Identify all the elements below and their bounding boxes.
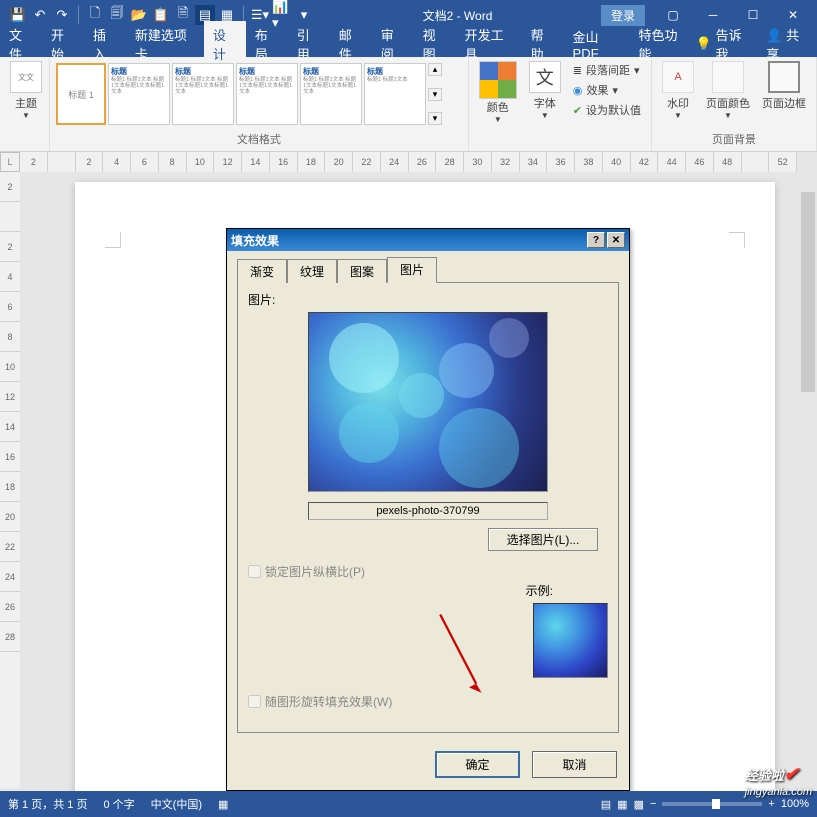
- status-bar: 第 1 页，共 1 页 0 个字 中文(中国) ▦ ▤ ▦ ▩ − + 100%: [0, 791, 817, 817]
- theme-icon: 文文: [10, 61, 42, 93]
- effects-button[interactable]: ◉效果 ▾: [571, 81, 643, 99]
- gallery-down-icon[interactable]: ▾: [428, 88, 442, 101]
- dialog-body: 渐变 纹理 图案 图片 图片: pexels-photo-370799 选择图片…: [227, 251, 629, 743]
- fonts-icon: 文: [529, 61, 561, 93]
- rotate-input: [248, 695, 261, 708]
- watermark-icon: A: [662, 61, 694, 93]
- ribbon: 文文 主题 ▼ 标题 1 标题标题1 标题1文本 标题1文本标题1文本标题1文本…: [0, 57, 817, 152]
- check-icon: ✔: [573, 104, 582, 117]
- tab-texture[interactable]: 纹理: [287, 259, 337, 283]
- lock-ratio-checkbox[interactable]: 锁定图片纵横比(P): [248, 563, 608, 580]
- margin-marker-tl: [105, 232, 121, 248]
- para-spacing-button[interactable]: ≣段落间距 ▾: [571, 61, 643, 79]
- chevron-down-icon: ▼: [22, 111, 30, 120]
- tellme-icon[interactable]: 💡: [695, 36, 711, 52]
- ribbon-colors-fonts: 颜色▼ 文 字体▼ ≣段落间距 ▾ ◉效果 ▾ ✔设为默认值: [469, 57, 652, 151]
- margin-marker-tr: [729, 232, 745, 248]
- style-item[interactable]: 标题 1: [56, 63, 106, 125]
- vertical-scrollbar[interactable]: [801, 192, 815, 392]
- colors-button[interactable]: 颜色▼: [473, 59, 523, 126]
- set-default-button[interactable]: ✔设为默认值: [571, 101, 643, 119]
- effects-icon: ◉: [573, 84, 583, 97]
- zoom-thumb[interactable]: [712, 799, 720, 809]
- ok-button[interactable]: 确定: [435, 751, 520, 778]
- page-border-icon: [768, 61, 800, 93]
- spacing-icon: ≣: [573, 64, 582, 77]
- filename-display: pexels-photo-370799: [308, 502, 548, 520]
- ribbon-tabs: 文件 开始 插入 新建选项卡 设计 布局 引用 邮件 审阅 视图 开发工具 帮助…: [0, 30, 817, 57]
- style-item[interactable]: 标题标题1 标题1文本 标题1文本标题1文本标题1文本: [108, 63, 170, 125]
- language-status[interactable]: 中文(中国): [151, 796, 202, 812]
- zoom-out-icon[interactable]: −: [650, 798, 656, 810]
- dialog-title: 填充效果: [231, 232, 279, 249]
- page-border-button[interactable]: 页面边框: [756, 59, 812, 113]
- horizontal-ruler[interactable]: 2246810121416182022242628303234363840424…: [20, 152, 797, 172]
- web-layout-icon[interactable]: ▩: [634, 798, 644, 811]
- sample-label: 示例:: [526, 582, 553, 599]
- dialog-tabs: 渐变 纹理 图案 图片: [237, 257, 619, 282]
- status-right: ▤ ▦ ▩ − + 100%: [601, 798, 809, 811]
- zoom-level[interactable]: 100%: [781, 798, 809, 810]
- sample-area: 示例:: [248, 582, 608, 681]
- gallery-more-icon[interactable]: ▾: [428, 112, 442, 125]
- tab-picture[interactable]: 图片: [387, 257, 437, 283]
- read-mode-icon[interactable]: ▤: [601, 798, 611, 811]
- fill-effects-dialog: 填充效果 ? ✕ 渐变 纹理 图案 图片 图片: pexels-photo-37…: [226, 228, 630, 791]
- zoom-in-icon[interactable]: +: [768, 798, 774, 810]
- ribbon-group-theme: 文文 主题 ▼: [0, 57, 50, 151]
- dialog-close-icon[interactable]: ✕: [607, 232, 625, 248]
- ribbon-group-page-bg: A 水印▼ 页面颜色▼ 页面边框 页面背景: [652, 57, 817, 151]
- ruler-corner: L: [0, 152, 20, 172]
- page-status[interactable]: 第 1 页，共 1 页: [8, 796, 87, 812]
- watermark-button[interactable]: A 水印▼: [656, 59, 700, 122]
- text-cursor: [182, 257, 183, 271]
- style-item[interactable]: 标题标题1 标题1文本: [364, 63, 426, 125]
- format-options: ≣段落间距 ▾ ◉效果 ▾ ✔设为默认值: [567, 59, 647, 121]
- style-item[interactable]: 标题标题1 标题1文本 标题1文本标题1文本标题1文本: [300, 63, 362, 125]
- ribbon-group-format: 标题 1 标题标题1 标题1文本 标题1文本标题1文本标题1文本 标题标题1 标…: [50, 57, 469, 151]
- fonts-button[interactable]: 文 字体▼: [523, 59, 567, 122]
- style-gallery[interactable]: 标题 1 标题标题1 标题1文本 标题1文本标题1文本标题1文本 标题标题1 标…: [56, 63, 426, 125]
- rotate-checkbox[interactable]: 随图形旋转填充效果(W): [248, 693, 608, 710]
- picture-preview: [308, 312, 548, 492]
- dialog-titlebar[interactable]: 填充效果 ? ✕: [227, 229, 629, 251]
- style-item[interactable]: 标题标题1 标题1文本 标题1文本标题1文本标题1文本: [172, 63, 234, 125]
- colors-icon: [479, 61, 517, 99]
- cancel-button[interactable]: 取消: [532, 751, 617, 778]
- zoom-slider[interactable]: [662, 802, 762, 806]
- dialog-help-icon[interactable]: ?: [587, 232, 605, 248]
- tab-pattern[interactable]: 图案: [337, 259, 387, 283]
- page-color-button[interactable]: 页面颜色▼: [700, 59, 756, 122]
- page-color-icon: [712, 61, 744, 93]
- dialog-footer: 确定 取消: [227, 743, 629, 790]
- word-count[interactable]: 0 个字: [103, 796, 134, 812]
- select-picture-button[interactable]: 选择图片(L)...: [488, 528, 598, 551]
- theme-button[interactable]: 文文 主题 ▼: [4, 59, 48, 122]
- tab-content: 图片: pexels-photo-370799 选择图片(L)... 锁定图片纵…: [237, 282, 619, 733]
- format-group-label: 文档格式: [54, 129, 464, 149]
- print-layout-icon[interactable]: ▦: [617, 798, 627, 811]
- macro-icon[interactable]: ▦: [218, 798, 228, 811]
- style-item[interactable]: 标题标题1 标题1文本 标题1文本标题1文本标题1文本: [236, 63, 298, 125]
- page-bg-label: 页面背景: [656, 129, 812, 149]
- sample-preview: [533, 603, 608, 678]
- picture-label: 图片:: [248, 291, 608, 308]
- gallery-up-icon[interactable]: ▴: [428, 63, 442, 76]
- tab-gradient[interactable]: 渐变: [237, 259, 287, 283]
- lock-ratio-input: [248, 565, 261, 578]
- vertical-ruler[interactable]: 2246810121416182022242628: [0, 172, 20, 788]
